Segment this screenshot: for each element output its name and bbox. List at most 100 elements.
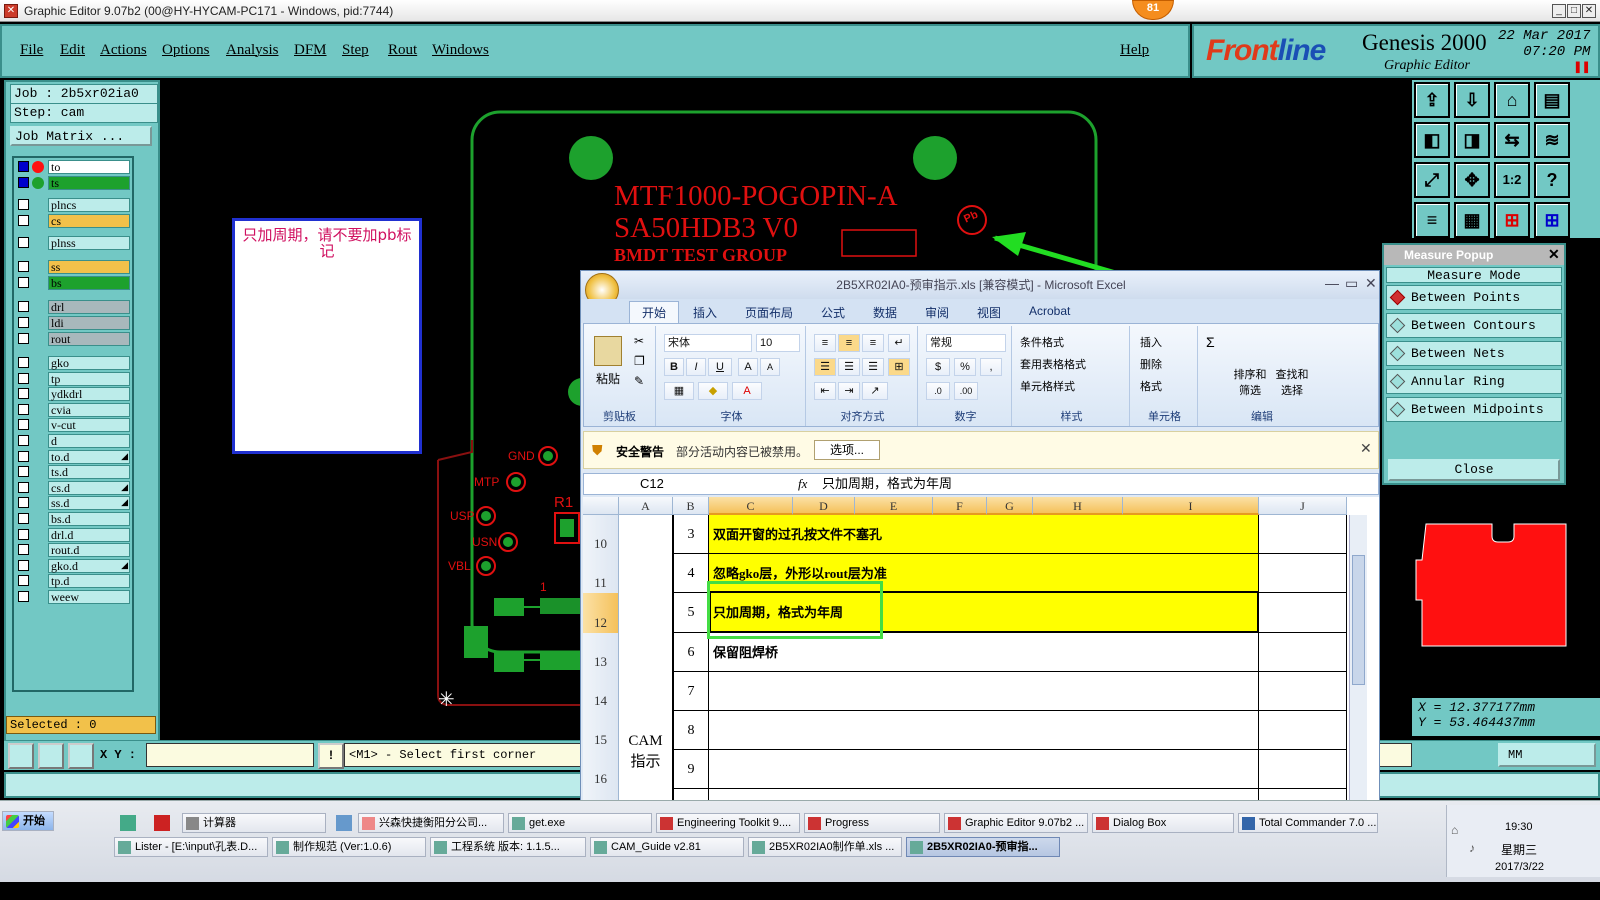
table-row[interactable] — [709, 671, 1259, 711]
function-icon[interactable]: fx — [798, 476, 807, 492]
layer-name[interactable]: cvia — [48, 402, 130, 417]
ratio-icon[interactable]: 1:2 — [1494, 162, 1530, 198]
option-between-nets[interactable]: Between Nets — [1386, 341, 1562, 366]
start-button[interactable]: 开始 — [2, 811, 54, 831]
menu-file[interactable]: File — [20, 42, 43, 59]
menu-analysis[interactable]: Analysis — [226, 42, 279, 59]
layer-checkbox[interactable] — [18, 277, 29, 288]
layer-checkbox[interactable] — [18, 261, 29, 272]
layer-row-cs.d[interactable]: cs.d ◢ — [16, 480, 132, 495]
layer-checkbox[interactable] — [18, 435, 29, 446]
table-row[interactable]: 双面开窗的过孔按文件不塞孔 — [709, 515, 1259, 555]
fit-icon[interactable]: ⤢ — [1414, 162, 1450, 198]
layer-name[interactable]: cs.d — [48, 480, 130, 495]
flip-icon[interactable]: ⇆ — [1494, 122, 1530, 158]
layer-row-bs.d[interactable]: bs.d — [16, 512, 132, 526]
layer-name[interactable]: bs.d — [48, 512, 130, 526]
layer-row-gko.d[interactable]: gko.d ◢ — [16, 558, 132, 573]
column-header[interactable]: H — [1033, 497, 1123, 515]
decrease-indent-button[interactable]: ⇤ — [814, 382, 836, 400]
layer-name[interactable]: cs — [48, 214, 130, 228]
layer-checkbox[interactable] — [18, 317, 29, 328]
fill-color-button[interactable]: ◆ — [698, 382, 728, 400]
column-header[interactable]: C — [709, 497, 793, 515]
pdf-icon[interactable] — [154, 815, 170, 831]
format-as-table-button[interactable]: 套用表格格式 — [1020, 356, 1086, 372]
taskbar-item[interactable]: 制作规范 (Ver:1.0.6) — [272, 837, 426, 857]
taskbar-item[interactable]: Graphic Editor 9.07b2 ... — [944, 813, 1088, 833]
layer-name[interactable]: bs — [48, 276, 130, 290]
layer-row-ss.d[interactable]: ss.d ◢ — [16, 496, 132, 511]
taskbar-item[interactable]: 工程系统 版本: 1.1.5... — [430, 837, 586, 857]
table-row-number[interactable]: 7 — [673, 671, 709, 711]
layer-name[interactable]: tp.d — [48, 574, 130, 589]
align-left-button[interactable]: ☰ — [814, 358, 836, 376]
layer-checkbox[interactable] — [18, 333, 29, 344]
underline-button[interactable]: U — [708, 358, 732, 376]
align-right-button[interactable]: ☰ — [862, 358, 884, 376]
column-header[interactable]: J — [1259, 497, 1347, 515]
layer-name[interactable]: drl.d — [48, 527, 130, 542]
xy-input[interactable] — [146, 743, 314, 767]
menu-dfm[interactable]: DFM — [294, 42, 327, 59]
layer-row-rout[interactable]: rout — [16, 332, 132, 346]
board-thumbnail[interactable] — [1412, 520, 1600, 650]
layer-name[interactable]: tp — [48, 371, 130, 386]
row-header[interactable]: 13 — [583, 632, 619, 672]
table-row-number[interactable]: 4 — [673, 554, 709, 594]
increase-decimal-button[interactable]: .0 — [926, 382, 950, 400]
layer-row-gko[interactable]: gko — [16, 356, 132, 370]
measure-close-button[interactable]: Close — [1388, 459, 1560, 481]
layer-name[interactable]: ydkdrl — [48, 387, 130, 402]
column-header[interactable]: I — [1123, 497, 1259, 515]
tab-data[interactable]: 数据 — [873, 304, 897, 321]
layer-checkbox[interactable] — [18, 357, 29, 368]
align-middle-button[interactable]: ≡ — [838, 334, 860, 352]
taskbar-item[interactable]: Dialog Box — [1092, 813, 1234, 833]
table-cell[interactable] — [1259, 632, 1347, 672]
volume-icon[interactable]: ♪ — [1469, 841, 1475, 855]
layer-row-tp[interactable]: tp — [16, 371, 132, 386]
font-name-select[interactable]: 宋体 — [664, 334, 752, 352]
layer-checkbox[interactable] — [18, 544, 29, 556]
job-matrix-button[interactable]: Job Matrix ... — [10, 126, 152, 146]
table-cell[interactable] — [1259, 515, 1347, 555]
layer-row-d[interactable]: d — [16, 434, 132, 448]
merged-cell-cam[interactable]: CAM指示 — [619, 515, 673, 809]
option-between-midpoints[interactable]: Between Midpoints — [1386, 397, 1562, 422]
delete-cells-button[interactable]: 删除 — [1140, 356, 1162, 372]
shrink-font-button[interactable]: A — [760, 358, 780, 376]
layer-checkbox[interactable] — [18, 419, 29, 431]
layer-checkbox[interactable] — [18, 481, 29, 493]
excel-restore-icon[interactable]: ▭ — [1345, 275, 1358, 292]
column-header[interactable]: E — [855, 497, 933, 515]
layer-row-ldi[interactable]: ldi — [16, 316, 132, 330]
grid-icon[interactable]: ▦ — [1454, 202, 1490, 238]
border-button[interactable]: ▦ — [664, 382, 694, 400]
tab-review[interactable]: 审阅 — [925, 304, 949, 321]
move-left-icon[interactable]: ◧ — [1414, 122, 1450, 158]
open-step-icon[interactable]: ⇪ — [1414, 82, 1450, 118]
name-box[interactable]: C12 — [584, 474, 734, 494]
currency-button[interactable]: $ — [926, 358, 950, 376]
layer-checkbox[interactable] — [18, 450, 29, 462]
layer-checkbox[interactable] — [18, 215, 29, 226]
close-button[interactable]: ✕ — [1582, 4, 1596, 18]
vertical-scrollbar[interactable] — [1349, 515, 1367, 809]
row-header[interactable]: 11 — [583, 554, 619, 594]
taskbar-item[interactable]: 兴森快捷衡阳分公司... — [358, 813, 504, 833]
table-row-number[interactable]: 5 — [673, 593, 709, 633]
layer-row-ts[interactable]: ts — [16, 176, 132, 190]
layer-checkbox[interactable] — [18, 301, 29, 312]
move-right-icon[interactable]: ◨ — [1454, 122, 1490, 158]
option-between-points[interactable]: Between Points — [1386, 285, 1562, 310]
table-row[interactable] — [709, 711, 1259, 751]
italic-button[interactable]: I — [686, 358, 706, 376]
format-cells-button[interactable]: 格式 — [1140, 378, 1162, 394]
layer-name[interactable]: ss — [48, 260, 130, 274]
paste-label[interactable]: 粘贴 — [596, 370, 620, 387]
layer-checkbox[interactable] — [18, 466, 29, 478]
column-header[interactable]: B — [673, 497, 709, 515]
table-row-number[interactable]: 9 — [673, 750, 709, 790]
font-size-select[interactable]: 10 — [756, 334, 800, 352]
